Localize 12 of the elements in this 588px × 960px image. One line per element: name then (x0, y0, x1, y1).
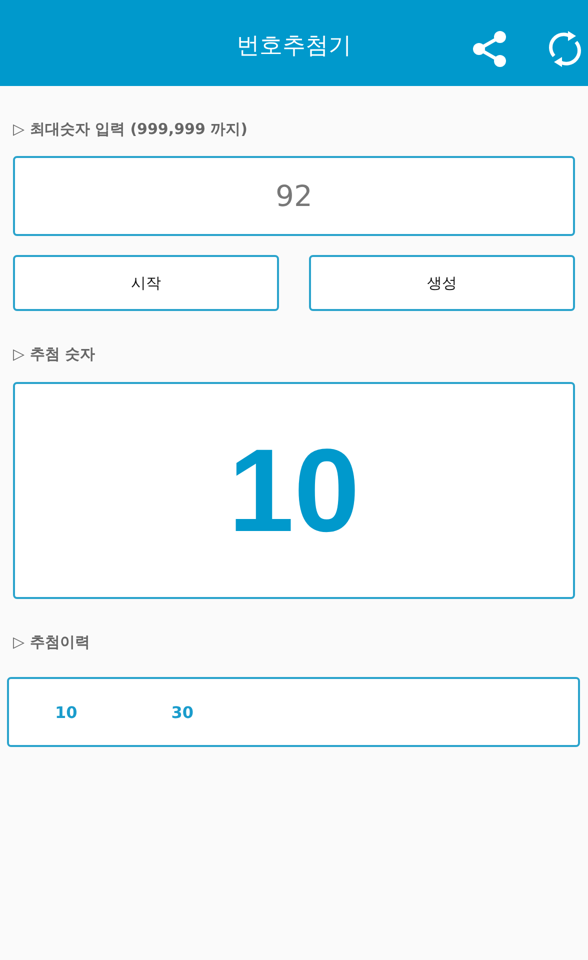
action-button[interactable]: 시작 (13, 255, 279, 311)
app-title: 번호추첨기 (236, 32, 352, 60)
share-icon[interactable] (472, 30, 508, 68)
history-number: 10 (55, 702, 78, 722)
refresh-icon[interactable] (546, 30, 584, 68)
action-button[interactable]: 생성 (309, 255, 575, 311)
section-label: ▷ 추첨 숫자 (13, 345, 96, 365)
history-number: 30 (171, 702, 194, 722)
section-label: ▷ 추첨이력 (13, 633, 91, 653)
drawn-number: 10 (228, 424, 360, 558)
section-label: ▷ 최대숫자 입력 (999,999 까지) (13, 120, 248, 140)
max-number-input[interactable]: 92 (13, 156, 575, 236)
